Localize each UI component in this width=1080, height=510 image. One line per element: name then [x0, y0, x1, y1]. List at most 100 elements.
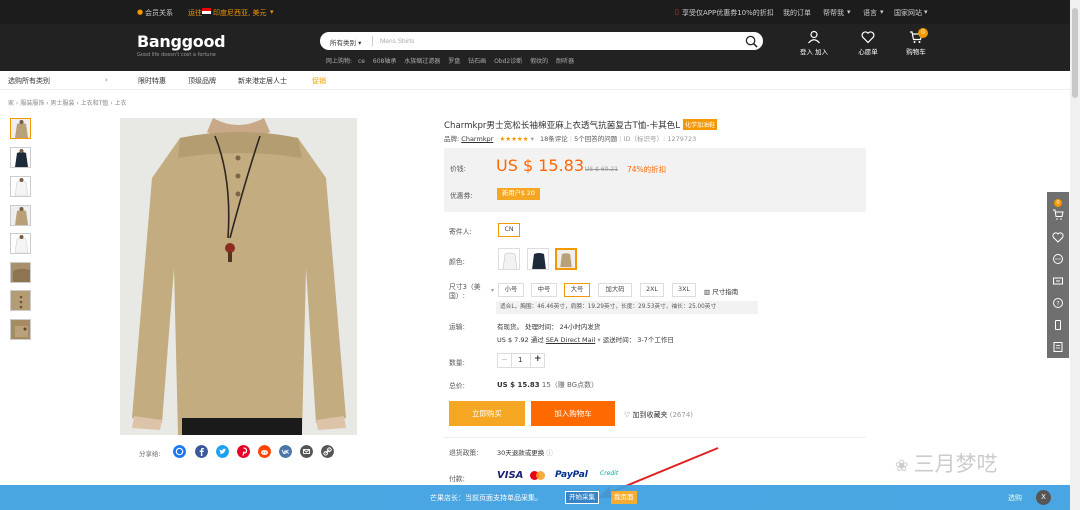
thumbnail-image[interactable] [10, 205, 31, 226]
main-product-image[interactable] [120, 118, 357, 435]
quantity-label: 数量: [449, 359, 465, 367]
nav-item-flash-deals[interactable]: 限时特惠 [138, 76, 166, 86]
chevron-down-icon: ▾ [491, 287, 495, 294]
chat-icon[interactable] [1051, 253, 1065, 265]
my-page-button[interactable]: 我页面 [611, 491, 637, 504]
scrollbar-thumb[interactable] [1072, 8, 1078, 98]
quantity-decrease-button[interactable]: − [501, 355, 508, 364]
facebook-icon[interactable] [195, 445, 208, 458]
wishlist-count: (2674) [669, 411, 694, 419]
color-label: 颜色: [449, 258, 465, 266]
size-option-2xl[interactable]: 2XL [640, 283, 664, 297]
cart-icon[interactable] [1051, 209, 1065, 221]
nav-item-promotions[interactable]: 促销 [312, 76, 326, 86]
collector-options[interactable]: 选购 [1008, 493, 1022, 503]
email-icon[interactable] [300, 445, 313, 458]
buy-now-button[interactable]: 立即购买 [449, 401, 525, 426]
help-icon[interactable]: ⓘ [546, 449, 553, 457]
quantity-stepper: − 1 + [497, 353, 545, 368]
cart-button[interactable]: 购物车 [896, 30, 936, 56]
vk-icon[interactable] [279, 445, 292, 458]
thumbnail-image[interactable] [10, 319, 31, 340]
ship-country-selector[interactable]: 印度尼西亚, 美元 [213, 8, 266, 18]
shipping-method-selector[interactable]: SEA Direct Mail [546, 336, 595, 344]
app-promo-link[interactable]: 享受仅APP优惠券10%的折扣 [682, 8, 774, 18]
mobile-icon[interactable] [1051, 319, 1065, 331]
shipping-stock-line: 有现货。 处理时间： 24小时内发货 [497, 321, 600, 331]
brand-link[interactable]: Charmkpr [461, 135, 493, 143]
help-menu[interactable]: 帮帮我 [823, 8, 844, 18]
wishlist-button[interactable]: 心愿单 [848, 30, 888, 56]
rating-stars: ★★★★★ [499, 135, 529, 143]
reviews-link[interactable]: 18条评论 [540, 135, 568, 143]
total-line: US $ 15.83 15（赚 BG点数） [497, 380, 598, 390]
hot-word[interactable]: 608轴承 [373, 58, 396, 65]
search-icon[interactable] [745, 35, 758, 48]
hot-word[interactable]: 耐听器 [556, 58, 574, 65]
thumbnail-image[interactable] [10, 147, 31, 168]
hot-word[interactable]: ce [358, 58, 365, 65]
nav-item-new-arrivals[interactable]: 新来港定居人士 [238, 76, 287, 86]
thumbnail-image[interactable] [10, 118, 31, 139]
all-categories-menu[interactable]: 选购所有类别 [8, 76, 50, 86]
my-orders-link[interactable]: 我的订单 [783, 8, 811, 18]
product-id-label: ID（标识号）: [623, 135, 666, 143]
hot-word[interactable]: 假纹的 [530, 58, 548, 65]
sender-option-cn[interactable]: CN [498, 223, 520, 237]
product-meta: 品牌: Charmkpr ★★★★★ ▾ 18条评论 | 5个回答的问题 | I… [444, 135, 697, 143]
size-chart-link[interactable]: ▥ 尺寸指南 [704, 286, 738, 296]
size-option-m[interactable]: 中号 [531, 283, 557, 297]
size-option-3xl[interactable]: 3XL [672, 283, 696, 297]
qa-link[interactable]: 5个回答的问题 [574, 135, 617, 143]
color-swatch-white[interactable] [498, 248, 520, 270]
color-swatch-khaki[interactable] [555, 248, 577, 270]
nav-item-top-brands[interactable]: 顶级品牌 [188, 76, 216, 86]
coupon-badge[interactable]: 新用户$ 20 [497, 188, 540, 200]
vip-link[interactable]: 会员关系 [145, 8, 173, 18]
twitter-icon[interactable] [216, 445, 229, 458]
search-category-select[interactable]: 所有类别 ▾ [330, 37, 361, 47]
quantity-increase-button[interactable]: + [534, 354, 542, 364]
coupon-icon[interactable] [1051, 275, 1065, 287]
heart-icon [861, 31, 875, 44]
link-icon[interactable] [321, 445, 334, 458]
start-collect-button[interactable]: 开始采集 [565, 491, 599, 504]
watermark: ❀ 三月梦呓 [895, 452, 998, 476]
add-to-wishlist-link[interactable]: ♡ 加到收藏夹 (2674) [624, 410, 693, 420]
delivery-time: 运送时间： 3-7个工作日 [602, 336, 674, 344]
collector-message: 芒果店长：当前页面支持单品采集。 [430, 494, 542, 502]
close-button[interactable]: X [1036, 490, 1051, 505]
size-option-xl[interactable]: 加大码 [598, 283, 632, 297]
chevron-down-icon: ▾ [530, 135, 534, 143]
reddit-icon[interactable] [258, 445, 271, 458]
thumbnail-image[interactable] [10, 262, 31, 283]
category-nav: 选购所有类别 › 限时特惠 顶级品牌 新来港定居人士 促销 [0, 71, 1080, 90]
country-site-menu[interactable]: 国家网站 [894, 8, 922, 18]
messenger-icon[interactable] [173, 445, 186, 458]
feedback-icon[interactable] [1051, 341, 1065, 353]
heart-icon: ♡ [624, 411, 631, 419]
mastercard-icon [530, 471, 546, 480]
breadcrumb[interactable]: 家 › 服装服饰 › 男士服装 › 上衣和T恤 › 上衣 [8, 98, 127, 107]
color-swatch-navy[interactable] [527, 248, 549, 270]
hot-word[interactable]: 水族缩过滤器 [404, 58, 440, 65]
quantity-input[interactable]: 1 [518, 356, 522, 364]
search-input[interactable] [380, 34, 730, 48]
hot-word[interactable]: Obd2诊断 [494, 58, 522, 65]
thumbnail-image[interactable] [10, 176, 31, 197]
language-menu[interactable]: 语言 [863, 8, 877, 18]
hot-word[interactable]: 钻石画 [468, 58, 486, 65]
size-option-l[interactable]: 大号 [564, 283, 590, 297]
size-option-s[interactable]: 小号 [498, 283, 524, 297]
add-to-cart-button[interactable]: 加入购物车 [531, 401, 615, 426]
return-policy-label: 退货政策: [449, 449, 479, 457]
help-icon[interactable]: ? [1051, 297, 1065, 309]
pinterest-icon[interactable] [237, 445, 250, 458]
heart-icon[interactable] [1051, 231, 1065, 243]
site-logo[interactable]: Banggood [137, 32, 226, 51]
hot-search-words: 网上购物: ce 608轴承 水族缩过滤器 罗盘 钻石画 Obd2诊断 假纹的 … [326, 56, 574, 65]
thumbnail-image[interactable] [10, 290, 31, 311]
thumbnail-image[interactable] [10, 233, 31, 254]
account-button[interactable]: 登入 加入 [794, 30, 834, 56]
hot-word[interactable]: 罗盘 [448, 58, 460, 65]
